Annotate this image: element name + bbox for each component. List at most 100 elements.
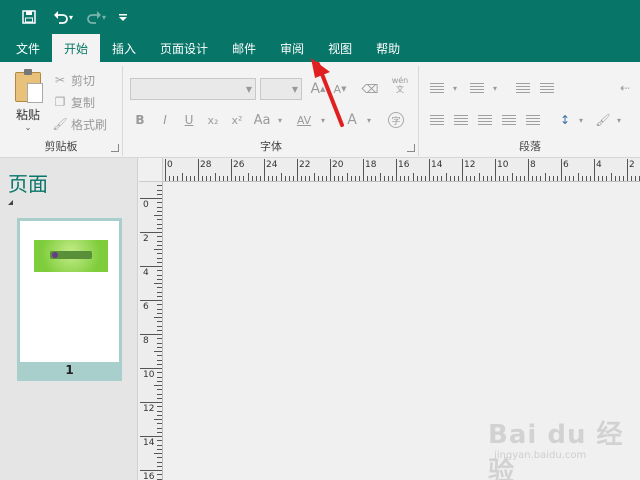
ruler-tick: [157, 346, 162, 348]
increase-indent-icon[interactable]: [536, 78, 558, 98]
ruler-tick: [181, 173, 183, 181]
ruler-tick: [321, 176, 323, 181]
ruler-tick: [540, 176, 542, 181]
format-painter-button[interactable]: 🖌 格式刷: [52, 114, 107, 134]
ruler-tick: [157, 461, 162, 463]
chevron-down-icon[interactable]: ▾: [450, 78, 460, 98]
ruler-tick: [247, 173, 249, 181]
paste-button[interactable]: 粘贴 ⌄: [8, 69, 48, 132]
ruler-label: 6: [143, 302, 149, 312]
numbering-icon[interactable]: [466, 78, 488, 98]
phonetic-guide-icon[interactable]: wén 文: [390, 75, 410, 95]
dialog-launcher-icon[interactable]: [407, 144, 415, 152]
ruler-tick: [157, 359, 162, 361]
ruler-tick: [396, 159, 397, 181]
save-icon[interactable]: [18, 6, 40, 28]
bold-button[interactable]: B: [130, 110, 150, 130]
page-thumbnail[interactable]: 1: [17, 218, 122, 381]
ruler-label: 14: [143, 438, 155, 448]
tab-home[interactable]: 开始: [52, 34, 101, 62]
ruler-tick: [222, 176, 224, 181]
superscript-button[interactable]: x²: [227, 110, 247, 130]
ruler-tick: [157, 193, 162, 195]
subscript-button[interactable]: x₂: [203, 110, 223, 130]
ruler-tick: [157, 406, 162, 408]
tab-help[interactable]: 帮助: [364, 34, 412, 62]
ruler-tick: [350, 176, 352, 181]
chevron-down-icon[interactable]: ▾: [275, 110, 285, 130]
ruler-tick: [231, 159, 232, 181]
paragraph-mark-icon[interactable]: ⇠: [614, 78, 636, 98]
copy-button[interactable]: ❐ 复制: [52, 92, 95, 112]
redo-dropdown-icon[interactable]: ▾: [102, 13, 106, 22]
ruler-tick: [581, 176, 583, 181]
tab-view[interactable]: 视图: [316, 34, 364, 62]
clear-format-icon[interactable]: ⌫: [360, 79, 380, 99]
ruler-label: 16: [398, 160, 410, 170]
ruler-tick: [404, 176, 406, 181]
tab-page-design[interactable]: 页面设计: [148, 34, 220, 62]
char-spacing-button[interactable]: AV: [294, 110, 314, 130]
ruler-tick: [334, 176, 336, 181]
ruler-tick: [528, 159, 529, 181]
decrease-indent-icon[interactable]: [512, 78, 534, 98]
underline-button[interactable]: U: [179, 110, 199, 130]
ruler-tick: [157, 363, 162, 365]
ruler-tick: [437, 176, 439, 181]
font-color-button[interactable]: A: [342, 110, 362, 130]
chevron-down-icon[interactable]: ▾: [318, 110, 328, 130]
enclose-char-label: 字: [388, 112, 404, 128]
chevron-down-icon[interactable]: ▾: [490, 78, 500, 98]
chevron-down-icon[interactable]: ▾: [576, 110, 586, 130]
ruler-tick: [157, 389, 162, 391]
ruler-tick: [157, 287, 162, 289]
cut-button[interactable]: ✂ 剪切: [52, 70, 95, 90]
change-case-button[interactable]: Aa: [252, 110, 272, 130]
undo-dropdown-icon[interactable]: ▾: [69, 13, 73, 22]
tab-mailings[interactable]: 邮件: [220, 34, 268, 62]
enclose-char-button[interactable]: 字: [386, 110, 406, 130]
format-painter-label: 格式刷: [71, 117, 108, 132]
chevron-down-icon[interactable]: ▾: [614, 110, 624, 130]
ruler-tick: [614, 176, 616, 181]
ruler-tick: [610, 173, 612, 181]
ruler-tick: [424, 176, 426, 181]
customize-qat-icon[interactable]: [112, 6, 134, 28]
align-right-icon[interactable]: [474, 110, 496, 130]
collapse-icon[interactable]: [8, 200, 13, 205]
ruler-tick: [157, 295, 162, 297]
ruler-tick: [408, 176, 410, 181]
shading-icon[interactable]: 🖌: [592, 110, 614, 130]
ruler-tick: [470, 176, 472, 181]
bullets-icon[interactable]: [426, 78, 448, 98]
font-size-combo[interactable]: ▼: [260, 78, 302, 100]
shrink-font-icon[interactable]: A ▼: [330, 79, 350, 99]
ruler-tick: [466, 176, 468, 181]
grow-font-icon[interactable]: A ▲: [308, 79, 328, 99]
chevron-down-icon[interactable]: ▾: [364, 110, 374, 130]
ruler-tick: [157, 372, 162, 374]
ruler-tick: [511, 173, 513, 181]
tab-file[interactable]: 文件: [0, 34, 52, 62]
ruler-tick: [189, 176, 191, 181]
italic-button[interactable]: I: [155, 110, 175, 130]
font-name-combo[interactable]: ▼: [130, 78, 256, 100]
align-center-icon[interactable]: [450, 110, 472, 130]
paragraph-group: ▾ ▾ ⇠ ↕ ▾ 🖌 ▾ 段落: [420, 66, 640, 156]
ruler-tick: [305, 176, 307, 181]
justify-icon[interactable]: [498, 110, 520, 130]
ruler-tick: [577, 173, 579, 181]
tab-insert[interactable]: 插入: [100, 34, 148, 62]
ruler-tick: [157, 278, 162, 280]
tab-review[interactable]: 审阅: [268, 34, 316, 62]
line-spacing-icon[interactable]: ↕: [554, 110, 576, 130]
ruler-tick: [157, 325, 162, 327]
ruler-tick: [523, 176, 525, 181]
ruler-tick: [536, 176, 538, 181]
align-left-icon[interactable]: [426, 110, 448, 130]
dialog-launcher-icon[interactable]: [111, 144, 119, 152]
ruler-tick: [157, 312, 162, 314]
ruler-tick: [490, 176, 492, 181]
ruler-tick: [457, 176, 459, 181]
distribute-icon[interactable]: [522, 110, 544, 130]
